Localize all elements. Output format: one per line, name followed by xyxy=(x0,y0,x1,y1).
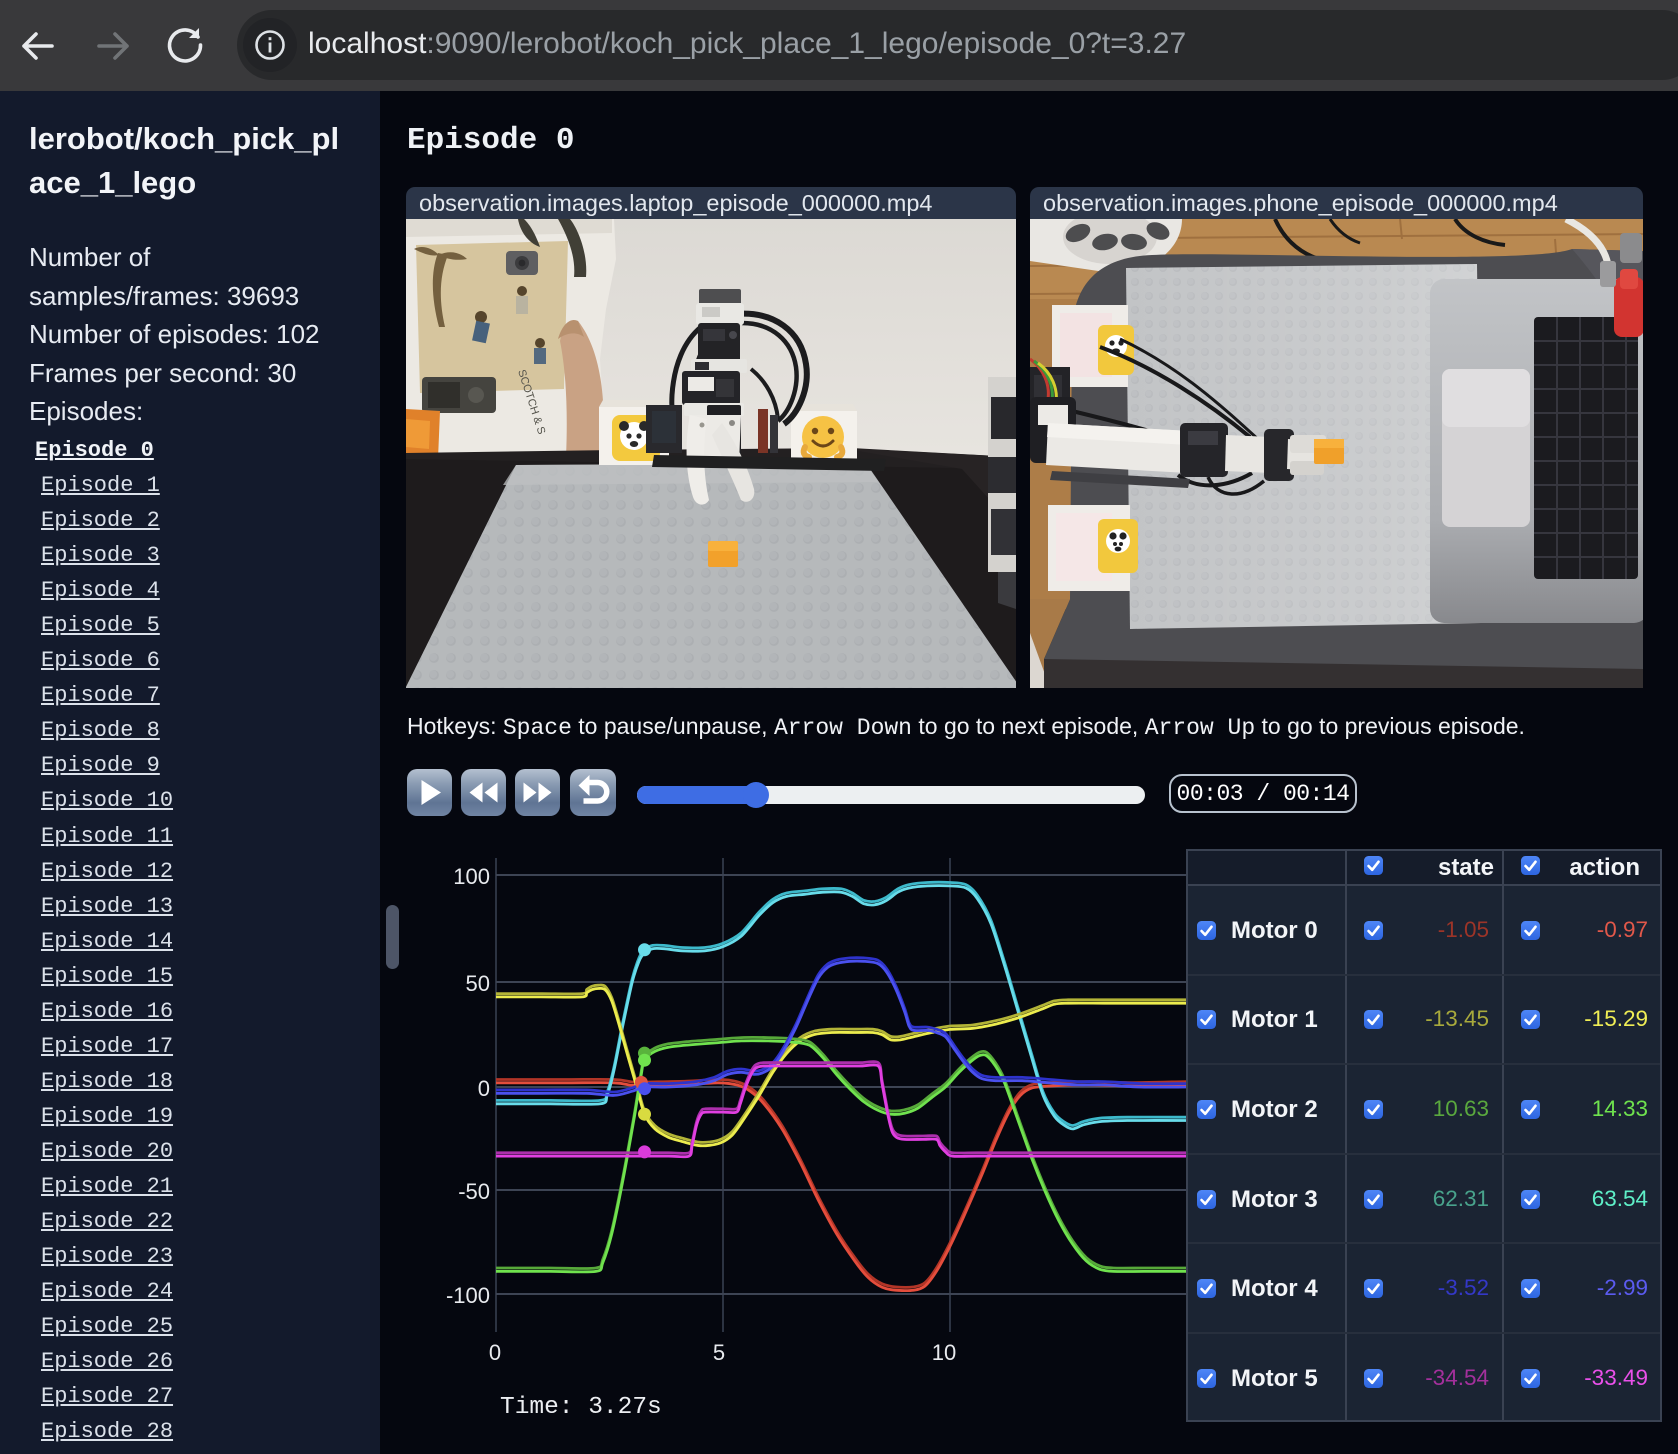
svg-text:-100: -100 xyxy=(446,1283,490,1308)
svg-text:Time: 3.27s: Time: 3.27s xyxy=(500,1394,662,1421)
svg-text:0: 0 xyxy=(489,1340,501,1365)
svg-text:-50: -50 xyxy=(458,1179,490,1204)
svg-text:5: 5 xyxy=(713,1340,725,1365)
svg-text:10: 10 xyxy=(932,1340,956,1365)
svg-text:0: 0 xyxy=(478,1076,490,1101)
svg-text:50: 50 xyxy=(466,971,490,996)
svg-text:100: 100 xyxy=(453,864,490,889)
